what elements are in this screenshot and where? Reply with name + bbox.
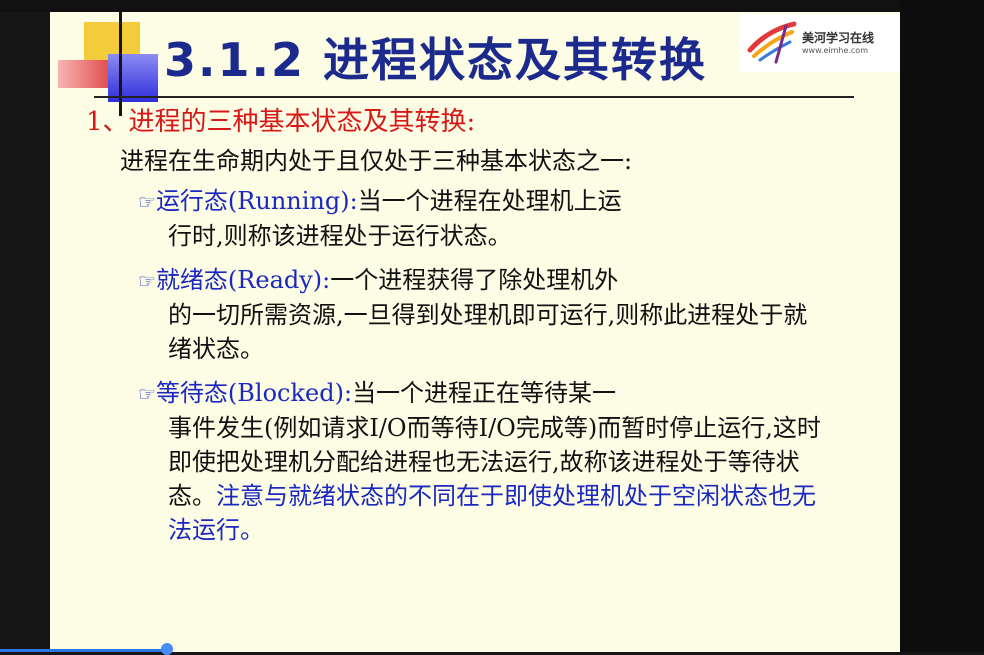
decorative-vertical-line (119, 12, 122, 116)
state-description-continued: 行时,则称该进程处于运行状态。 (168, 222, 512, 250)
state-description: 一个进程获得了除处理机外 (330, 266, 619, 294)
state-description: 当一个进程正在等待某一 (352, 379, 617, 407)
pointing-hand-icon: ☞ (138, 382, 156, 406)
decorative-blue-square (108, 54, 158, 102)
playback-scrubber-handle[interactable] (161, 643, 173, 655)
player-right-margin (900, 0, 984, 652)
eimhe-logo-icon (747, 21, 797, 64)
state-name: 运行态(Running): (155, 187, 358, 215)
slide-content: 1、进程的三种基本状态及其转换: 进程在生命期内处于且仅处于三种基本状态之一: … (86, 104, 886, 557)
logo-name: 美河学习在线 (802, 30, 875, 45)
logo-url: www.eimhe.com (802, 45, 868, 55)
decorative-red-bar (58, 60, 114, 88)
slide: 3.1.2 进程状态及其转换 美河学习在线 www.eimhe.com 1、进程… (50, 12, 900, 652)
watermark-logo: 美河学习在线 www.eimhe.com (740, 14, 900, 72)
intro-text: 进程在生命期内处于且仅处于三种基本状态之一: (120, 147, 633, 175)
state-running: ☞运行态(Running):当一个进程在处理机上运 行时,则称该进程处于运行状态… (138, 184, 828, 253)
state-description: 当一个进程在处理机上运 (357, 187, 622, 215)
pointing-hand-icon: ☞ (138, 190, 156, 214)
state-description-continued: 的一切所需资源,一旦得到处理机即可运行,则称此进程处于就绪状态。 (168, 301, 808, 363)
section-heading: 1、进程的三种基本状态及其转换: (86, 107, 476, 137)
slide-title: 3.1.2 进程状态及其转换 (164, 33, 707, 87)
pointing-hand-icon: ☞ (138, 269, 156, 293)
state-blocked: ☞等待态(Blocked):当一个进程正在等待某一 事件发生(例如请求I/O而等… (138, 376, 828, 547)
title-underline (94, 96, 854, 98)
state-name: 就绪态(Ready): (155, 266, 331, 294)
state-note: 注意与就绪状态的不同在于即使处理机处于空闲状态也无法运行。 (168, 482, 816, 544)
window-top-strip (0, 0, 984, 12)
state-ready: ☞就绪态(Ready):一个进程获得了除处理机外 的一切所需资源,一旦得到处理机… (138, 263, 828, 366)
state-name: 等待态(Blocked): (155, 379, 353, 407)
